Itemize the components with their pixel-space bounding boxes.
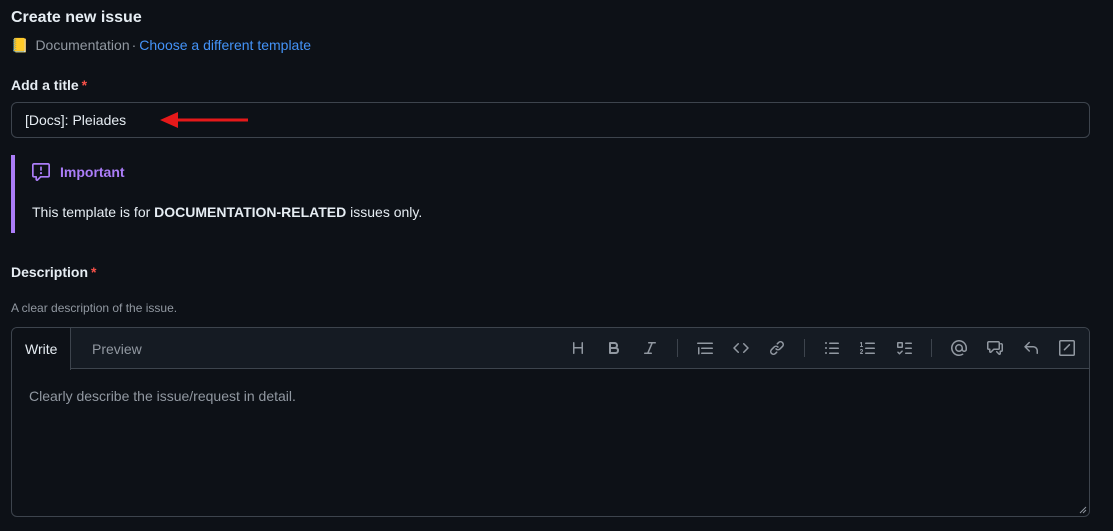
tab-write[interactable]: Write bbox=[12, 328, 72, 370]
page-title: Create new issue bbox=[11, 9, 142, 26]
code-icon[interactable] bbox=[731, 338, 751, 358]
callout-heading-text: Important bbox=[60, 164, 125, 180]
template-name: Documentation bbox=[35, 37, 130, 53]
toolbar-divider bbox=[931, 339, 932, 357]
notebook-icon: 📒 bbox=[11, 36, 29, 53]
description-textarea[interactable]: Clearly describe the issue/request in de… bbox=[12, 370, 1089, 516]
link-icon[interactable] bbox=[767, 338, 787, 358]
callout-text-bold: DOCUMENTATION-RELATED bbox=[154, 204, 347, 220]
required-mark: * bbox=[91, 264, 97, 280]
title-input-value: [Docs]: Pleiades bbox=[25, 112, 127, 128]
editor-header: Write Preview bbox=[12, 328, 1089, 370]
title-label: Add a title * bbox=[11, 77, 87, 93]
task-list-icon[interactable] bbox=[894, 338, 914, 358]
slash-commands-icon[interactable] bbox=[1057, 338, 1077, 358]
separator: · bbox=[131, 37, 137, 53]
italic-icon[interactable] bbox=[640, 338, 660, 358]
ordered-list-icon[interactable] bbox=[858, 338, 878, 358]
required-mark: * bbox=[81, 77, 88, 93]
unordered-list-icon[interactable] bbox=[822, 338, 842, 358]
template-info: 📒 Documentation · Choose a different tem… bbox=[11, 35, 311, 55]
title-label-text: Add a title bbox=[11, 77, 79, 93]
report-icon bbox=[32, 163, 50, 181]
textarea-placeholder: Clearly describe the issue/request in de… bbox=[29, 388, 296, 404]
tab-preview[interactable]: Preview bbox=[79, 328, 155, 369]
cross-reference-icon[interactable] bbox=[985, 338, 1005, 358]
bold-icon[interactable] bbox=[604, 338, 624, 358]
quote-icon[interactable] bbox=[695, 338, 715, 358]
callout-text-after: issues only. bbox=[346, 204, 423, 220]
description-hint: A clear description of the issue. bbox=[11, 301, 178, 315]
mention-icon[interactable] bbox=[949, 338, 969, 358]
callout-body: This template is for DOCUMENTATION-RELAT… bbox=[32, 204, 422, 220]
toolbar-divider bbox=[677, 339, 678, 357]
markdown-editor: Write Preview Clearly describe the issue… bbox=[11, 327, 1090, 517]
annotation-arrow-icon bbox=[160, 112, 248, 128]
callout-heading: Important bbox=[32, 163, 125, 181]
choose-template-link[interactable]: Choose a different template bbox=[139, 37, 311, 53]
description-label-text: Description bbox=[11, 264, 89, 280]
toolbar-divider bbox=[804, 339, 805, 357]
resize-grip-icon[interactable] bbox=[1079, 506, 1087, 514]
heading-icon[interactable] bbox=[568, 338, 588, 358]
description-label: Description * bbox=[11, 264, 96, 280]
callout-text-before: This template is for bbox=[32, 204, 155, 220]
important-callout: Important This template is for DOCUMENTA… bbox=[11, 155, 1090, 233]
reply-icon[interactable] bbox=[1021, 338, 1041, 358]
